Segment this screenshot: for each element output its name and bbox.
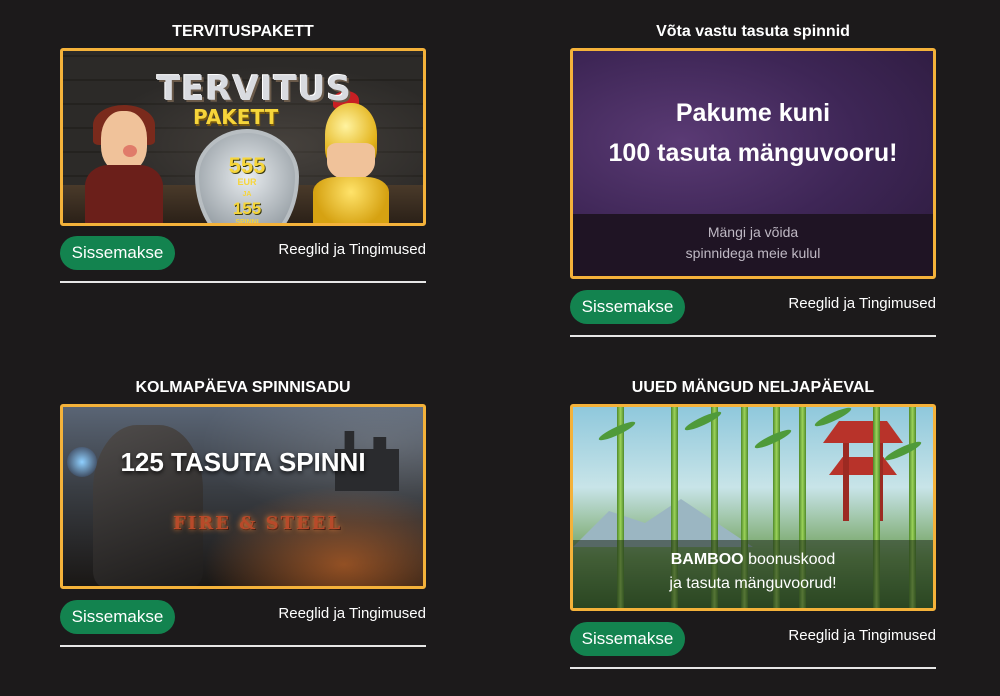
promo-title: UUED MÄNGUD NELJAPÄEVAL	[631, 379, 875, 396]
monk-character-head	[101, 111, 147, 171]
pagoda-roof-top	[823, 421, 903, 443]
banner-footer: Mängi ja võida spinnidega meie kulul	[573, 214, 933, 276]
divider	[60, 645, 426, 647]
promo-card-free-spins: Võta vastu tasuta spinnid Pakume kuni 10…	[570, 22, 936, 340]
promo-banner-bamboo[interactable]: BAMBOO boonuskood ja tasuta mänguvoorud!	[570, 404, 936, 611]
banner-logo-sub: PAKETT	[193, 105, 279, 129]
bonus-code-label: boonuskood	[743, 551, 836, 568]
terms-link[interactable]: Reeglid ja Tingimused	[278, 604, 426, 624]
banner-caption-band: BAMBOO boonuskood ja tasuta mänguvoorud!	[573, 540, 933, 608]
shield-and: JA	[242, 191, 252, 198]
promo-card-kolmapaeva: KOLMAPÄEVA SPINNISADU 125 TASUTA SPINNI …	[60, 378, 426, 650]
divider	[60, 281, 426, 283]
deposit-button[interactable]: Sissemakse	[60, 236, 175, 270]
terms-link[interactable]: Reeglid ja Tingimused	[788, 294, 936, 314]
shield-spins-label: SPINNI	[235, 219, 259, 226]
pagoda-icon	[823, 421, 903, 521]
shield-icon: 555 EUR JA 155 SPINNI	[195, 129, 299, 226]
promo-banner-kolmapaeva[interactable]: 125 TASUTA SPINNI FIRE & STEEL	[60, 404, 426, 589]
banner-headline: 125 TASUTA SPINNI	[120, 447, 366, 477]
banner-sub-line2: spinnidega meie kulul	[685, 245, 821, 261]
shield-spins: 155	[232, 199, 262, 218]
monk-character-nose	[123, 145, 137, 157]
shield-currency: EUR	[237, 177, 257, 187]
divider	[570, 667, 936, 669]
banner-sub-line1: Mängi ja võida	[707, 224, 799, 240]
terms-link[interactable]: Reeglid ja Tingimused	[278, 240, 426, 260]
pagoda-column	[843, 443, 849, 521]
deposit-button[interactable]: Sissemakse	[60, 600, 175, 634]
deposit-button[interactable]: Sissemakse	[570, 622, 685, 656]
banner-headline: Pakume kuni 100 tasuta mänguvooru!	[573, 93, 933, 173]
banner-headline-line2: 100 tasuta mänguvooru!	[608, 139, 898, 167]
knight-character-legs	[319, 225, 383, 226]
terms-link[interactable]: Reeglid ja Tingimused	[788, 626, 936, 646]
promo-title: KOLMAPÄEVA SPINNISADU	[135, 379, 351, 396]
promo-banner-free-spins[interactable]: Pakume kuni 100 tasuta mänguvooru! Mängi…	[570, 48, 936, 279]
banner-logo-word: TERVITUS	[157, 69, 352, 109]
promo-title: TERVITUSPAKETT	[172, 23, 314, 40]
divider	[570, 335, 936, 337]
monk-character-body	[85, 165, 163, 223]
shield-amount: 555	[228, 153, 266, 178]
banner-caption-line1: BAMBOO boonuskood	[573, 548, 933, 572]
game-logo: FIRE & STEEL	[173, 513, 343, 534]
promo-card-neljapaeval: UUED MÄNGUD NELJAPÄEVAL BAMBOO boonuskoo…	[570, 378, 936, 672]
banner-caption-line2: ja tasuta mänguvoorud!	[669, 575, 837, 592]
deposit-button[interactable]: Sissemakse	[570, 290, 685, 324]
promo-card-tervituspakett: TERVITUSPAKETT 555 EUR JA 155 SPINNI TER…	[60, 22, 426, 287]
banner-headline-line1: Pakume kuni	[675, 99, 831, 127]
knight-character-body	[313, 177, 389, 223]
promo-title: Võta vastu tasuta spinnid	[656, 23, 850, 40]
promo-banner-tervituspakett[interactable]: 555 EUR JA 155 SPINNI TERVITUS PAKETT	[60, 48, 426, 226]
bonus-code: BAMBOO	[670, 551, 744, 568]
knight-character-face	[327, 143, 375, 181]
mountain-scenery	[573, 499, 753, 547]
